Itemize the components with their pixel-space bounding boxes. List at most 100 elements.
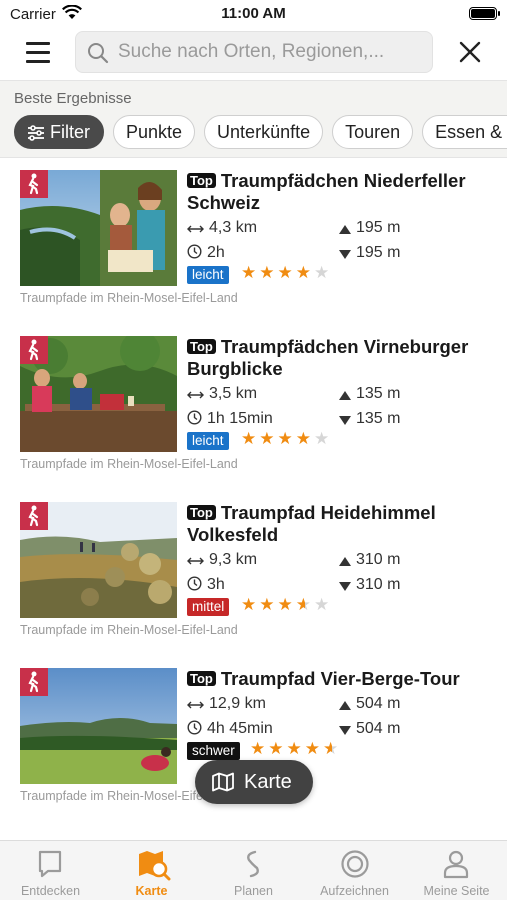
tour-region: Traumpfade im Rhein-Mosel-Eifel-Land bbox=[20, 457, 238, 471]
star-icon: ★ bbox=[295, 263, 314, 282]
descent-stat: 504 m bbox=[339, 720, 400, 738]
menu-button[interactable] bbox=[22, 40, 58, 66]
duration-value: 1h 15min bbox=[207, 410, 273, 427]
hiking-icon bbox=[20, 336, 48, 364]
duration-value: 2h bbox=[207, 244, 225, 261]
tab-karte[interactable]: Karte bbox=[101, 841, 202, 900]
difficulty-badge: leicht bbox=[187, 432, 229, 450]
tour-region: Traumpfade im Rhein-Mosel-Eifel-Land bbox=[20, 291, 238, 305]
duration-value: 3h bbox=[207, 576, 225, 593]
speech-bubble-icon bbox=[38, 850, 62, 878]
chip-unterkuenfte[interactable]: Unterkünfte bbox=[204, 115, 324, 149]
tour-card[interactable]: Top Traumpfad Heidehimmel Volkesfeld 9,3 … bbox=[0, 490, 507, 656]
star-icon: ★ bbox=[314, 595, 333, 614]
ascent-stat: 195 m bbox=[339, 219, 400, 237]
duration-value: 4h 45min bbox=[207, 720, 273, 737]
tab-entdecken[interactable]: Entdecken bbox=[0, 841, 101, 900]
descent-stat: 195 m bbox=[339, 244, 400, 262]
duration-stat: 1h 15min bbox=[187, 410, 273, 428]
distance-value: 12,9 km bbox=[209, 695, 266, 712]
tour-title-text: Traumpfad Vier-Berge-Tour bbox=[220, 668, 460, 689]
star-icon: ★ bbox=[259, 263, 278, 282]
tab-label: Karte bbox=[135, 884, 168, 898]
distance-stat: 3,5 km bbox=[187, 385, 257, 403]
descent-stat: 135 m bbox=[339, 410, 400, 428]
tour-title-text: Traumpfad Heidehimmel Volkesfeld bbox=[187, 502, 436, 545]
search-input[interactable] bbox=[118, 32, 428, 72]
top-badge: Top bbox=[187, 505, 216, 520]
duration-stat: 4h 45min bbox=[187, 720, 273, 738]
rating-stars: ★★★★★ bbox=[250, 739, 341, 759]
ascent-value: 195 m bbox=[356, 219, 401, 236]
descent-icon bbox=[339, 250, 351, 259]
tab-label: Aufzeichnen bbox=[320, 884, 389, 898]
ascent-icon bbox=[339, 391, 351, 400]
distance-stat: 9,3 km bbox=[187, 551, 257, 569]
star-icon: ★ bbox=[323, 739, 342, 758]
tour-photo bbox=[20, 668, 177, 784]
star-icon: ★ bbox=[241, 429, 260, 448]
star-icon: ★ bbox=[314, 263, 333, 282]
tour-photo bbox=[20, 336, 177, 452]
star-icon: ★ bbox=[277, 429, 296, 448]
map-icon bbox=[212, 772, 234, 792]
star-icon: ★ bbox=[259, 429, 278, 448]
tab-meine-seite[interactable]: Meine Seite bbox=[406, 841, 507, 900]
filter-area: Beste Ergebnisse Filter Punkte Unterkünfte… bbox=[0, 80, 507, 158]
search-header bbox=[0, 28, 507, 80]
search-icon bbox=[86, 41, 110, 70]
section-label: Beste Ergebnisse bbox=[14, 90, 132, 107]
top-badge: Top bbox=[187, 671, 216, 686]
route-icon bbox=[247, 850, 259, 878]
hiking-icon bbox=[20, 502, 48, 530]
descent-value: 195 m bbox=[356, 244, 401, 261]
rating-stars: ★★★★★ bbox=[241, 595, 332, 615]
tab-label: Planen bbox=[234, 884, 273, 898]
tour-card[interactable]: Top Traumpfädchen Virneburger Burgblicke … bbox=[0, 324, 507, 490]
duration-stat: 2h bbox=[187, 244, 225, 262]
distance-icon bbox=[187, 557, 204, 565]
user-icon bbox=[443, 850, 469, 879]
status-bar: Carrier 11:00 AM bbox=[0, 0, 507, 28]
ascent-stat: 310 m bbox=[339, 551, 400, 569]
tour-title: Top Traumpfad Vier-Berge-Tour bbox=[187, 668, 487, 690]
tour-card[interactable]: Top Traumpfädchen Niederfeller Schweiz 4,… bbox=[0, 158, 507, 324]
chip-essen-trinken[interactable]: Essen & Trinken bbox=[422, 115, 507, 149]
map-button[interactable]: Karte bbox=[195, 760, 313, 804]
battery-icon bbox=[469, 7, 500, 20]
ascent-value: 310 m bbox=[356, 551, 401, 568]
descent-value: 504 m bbox=[356, 720, 401, 737]
tab-aufzeichnen[interactable]: Aufzeichnen bbox=[304, 841, 405, 900]
star-icon: ★ bbox=[277, 263, 296, 282]
clock-icon bbox=[187, 410, 202, 425]
tour-region: Traumpfade im Rhein-Mosel-Eifel-Land bbox=[20, 623, 238, 637]
chip-touren[interactable]: Touren bbox=[332, 115, 414, 149]
difficulty-badge: leicht bbox=[187, 266, 229, 284]
filter-chip[interactable]: Filter bbox=[14, 115, 104, 149]
ascent-stat: 504 m bbox=[339, 695, 400, 713]
descent-icon bbox=[339, 582, 351, 591]
tour-title: Top Traumpfad Heidehimmel Volkesfeld bbox=[187, 502, 487, 545]
tour-title: Top Traumpfädchen Niederfeller Schweiz bbox=[187, 170, 487, 213]
chip-punkte[interactable]: Punkte bbox=[113, 115, 196, 149]
star-icon: ★ bbox=[241, 595, 260, 614]
descent-icon bbox=[339, 416, 351, 425]
descent-value: 135 m bbox=[356, 410, 401, 427]
clock-icon bbox=[187, 244, 202, 259]
star-icon: ★ bbox=[295, 429, 314, 448]
clock-icon bbox=[187, 576, 202, 591]
distance-value: 4,3 km bbox=[209, 219, 258, 236]
star-icon: ★ bbox=[268, 739, 287, 758]
map-search-icon bbox=[139, 851, 171, 881]
search-box[interactable] bbox=[75, 31, 433, 73]
distance-stat: 4,3 km bbox=[187, 219, 257, 237]
star-icon: ★ bbox=[277, 595, 296, 614]
ascent-value: 504 m bbox=[356, 695, 401, 712]
distance-icon bbox=[187, 701, 204, 709]
tour-photo bbox=[20, 502, 177, 618]
tab-planen[interactable]: Planen bbox=[203, 841, 304, 900]
filter-chips: Filter PunkteUnterkünfteTourenEssen & Tri… bbox=[14, 115, 507, 149]
close-icon[interactable] bbox=[457, 39, 483, 65]
ascent-icon bbox=[339, 225, 351, 234]
descent-icon bbox=[339, 726, 351, 735]
